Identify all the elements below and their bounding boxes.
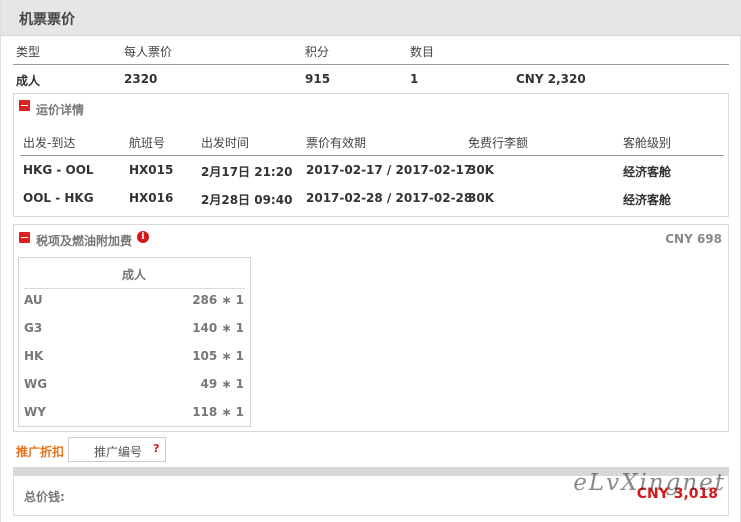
- passenger-type: 成人: [122, 268, 147, 282]
- fare-points: 915: [305, 72, 331, 86]
- taxes-title: 税项及燃油附加费: [36, 234, 133, 248]
- tax-code: WG: [24, 377, 48, 391]
- tax-code: G3: [24, 321, 43, 335]
- collapse-icon[interactable]: [19, 100, 30, 111]
- col-count-header: 数目: [410, 45, 435, 59]
- tax-value: 49 ∗ 1: [200, 377, 244, 391]
- tax-value: 140 ∗ 1: [192, 321, 244, 335]
- tax-code: AU: [24, 293, 43, 307]
- tax-code: WY: [24, 405, 46, 419]
- col-points-header: 积分: [305, 45, 330, 59]
- fare-price: 2320: [124, 72, 158, 86]
- tax-value: 286 ∗ 1: [192, 293, 244, 307]
- promo-label: 推广折扣: [16, 445, 65, 459]
- tax-value: 105 ∗ 1: [192, 349, 244, 363]
- segment-validity: 2017-02-17 / 2017-02-17: [306, 163, 473, 177]
- col-validity-header: 票价有效期: [306, 136, 367, 150]
- taxes-total: CNY 698: [665, 232, 722, 246]
- tax-code: HK: [24, 349, 44, 363]
- divider: [13, 64, 729, 65]
- divider: [20, 155, 724, 156]
- tax-breakdown: 成人 AU 286 ∗ 1 G3 140 ∗ 1 HK 105 ∗ 1 WG 4…: [18, 257, 251, 427]
- col-cabin-header: 客舱级别: [623, 136, 672, 150]
- fare-detail-section: 运价详情 出发-到达 航班号 出发时间 票价有效期 免费行李额 客舱级别 HKG…: [13, 93, 729, 217]
- segment-validity: 2017-02-28 / 2017-02-28: [306, 191, 473, 205]
- segment-cabin: 经济客舱: [623, 165, 672, 179]
- segment-route: HKG - OOL: [23, 163, 94, 177]
- segment-flight: HX015: [129, 163, 174, 177]
- col-flight-header: 航班号: [129, 136, 166, 150]
- panel-title: 机票票价: [19, 12, 75, 28]
- promo-code-input[interactable]: 推广编号 ?: [68, 437, 166, 462]
- watermark: eLvXingnet: [573, 470, 726, 496]
- fare-type: 成人: [16, 74, 41, 88]
- segment-baggage: 30K: [468, 191, 494, 205]
- tax-value: 118 ∗ 1: [192, 405, 244, 419]
- segment-route: OOL - HKG: [23, 191, 94, 205]
- segment-departure: 2月28日 09:40: [201, 193, 293, 207]
- fare-total: CNY 2,320: [516, 72, 586, 86]
- info-icon[interactable]: i: [137, 231, 149, 243]
- segment-baggage: 30K: [468, 163, 494, 177]
- collapse-icon[interactable]: [19, 232, 30, 243]
- help-icon[interactable]: ?: [153, 442, 159, 455]
- col-baggage-header: 免费行李额: [468, 136, 529, 150]
- segment-cabin: 经济客舱: [623, 193, 672, 207]
- col-route-header: 出发-到达: [23, 136, 76, 150]
- total-label: 总价钱:: [24, 490, 65, 504]
- fare-panel: 机票票价 类型 每人票价 积分 数目 成人 2320 915 1 CNY 2,3…: [0, 0, 741, 522]
- col-departure-header: 出发时间: [201, 136, 250, 150]
- fare-detail-title: 运价详情: [36, 103, 85, 117]
- segment-departure: 2月17日 21:20: [201, 165, 293, 179]
- fare-count: 1: [410, 72, 419, 86]
- col-type-header: 类型: [16, 45, 41, 59]
- col-price-header: 每人票价: [124, 45, 173, 59]
- promo-placeholder: 推广编号: [94, 445, 143, 459]
- segment-flight: HX016: [129, 191, 174, 205]
- panel-header: 机票票价: [1, 0, 741, 36]
- divider: [24, 288, 245, 289]
